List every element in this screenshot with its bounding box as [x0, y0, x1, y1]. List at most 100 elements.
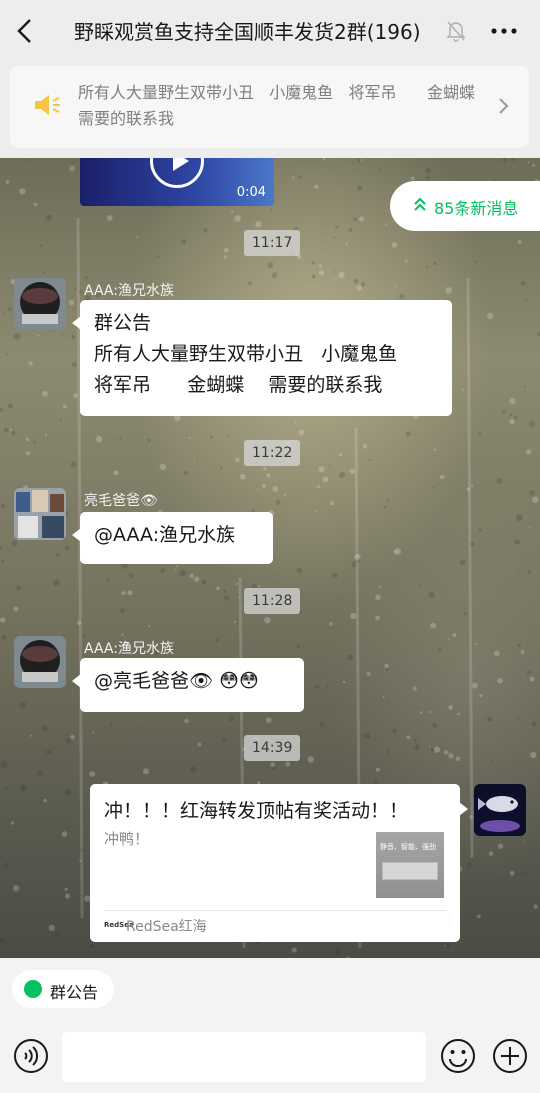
water-drop [333, 271, 336, 273]
water-drop [382, 696, 385, 699]
water-drop [464, 612, 468, 616]
water-drop [448, 753, 454, 759]
water-drop [386, 750, 389, 754]
water-drop [509, 419, 515, 425]
water-drop [466, 862, 472, 868]
water-drop [433, 261, 437, 266]
water-drop [496, 478, 503, 484]
water-drop [143, 768, 149, 775]
water-drop [0, 559, 5, 563]
water-drop [46, 749, 52, 755]
water-drop [348, 227, 353, 232]
message-input[interactable] [62, 1032, 426, 1082]
timestamp: 11:17 [244, 230, 301, 256]
water-drop [90, 944, 94, 949]
avatar-diver-helmet-icon [14, 636, 66, 688]
water-drop [127, 590, 133, 596]
water-drop [330, 501, 335, 506]
water-drop [338, 452, 343, 457]
water-drop [385, 667, 389, 671]
back-chevron-icon[interactable] [10, 14, 42, 48]
water-drop [201, 579, 207, 585]
water-drop [478, 528, 483, 532]
message-bubble[interactable]: @AAA:渔兄水族 [72, 512, 273, 564]
water-drop [319, 722, 324, 727]
water-drop [53, 579, 60, 586]
sender-name: AAA:渔兄水族 [84, 283, 174, 299]
group-notice-chip[interactable]: 群公告 [12, 970, 114, 1008]
water-drop [54, 931, 60, 938]
water-drop [68, 299, 75, 306]
timestamp: 11:28 [244, 588, 301, 614]
water-drop [106, 215, 113, 221]
water-drop [512, 761, 515, 764]
water-drop [41, 725, 48, 731]
water-drop [0, 761, 8, 769]
water-drop [425, 266, 429, 269]
voice-icon[interactable] [13, 1038, 49, 1074]
chat-message-area[interactable]: 0:04 85条新消息 11:17 AAA:渔兄水族 群公告 所有人大量野生双带… [0, 158, 540, 958]
water-drop [487, 312, 494, 319]
water-drop [5, 179, 10, 184]
more-dots-icon[interactable] [488, 16, 520, 46]
avatar[interactable] [14, 278, 66, 330]
water-drop [362, 444, 368, 449]
water-drop [0, 617, 6, 623]
water-drop [474, 642, 477, 646]
water-drop [16, 585, 21, 591]
speaker-icon [35, 95, 60, 115]
message-bubble[interactable]: @亮毛爸爸👁 😳😳 [72, 658, 304, 712]
water-drop [33, 202, 38, 207]
water-drop [433, 746, 441, 753]
water-drop [328, 464, 331, 467]
water-drop [405, 431, 411, 437]
water-drop [26, 159, 29, 162]
water-drop [515, 514, 523, 522]
emoji-icon[interactable] [440, 1038, 476, 1074]
water-drop [347, 654, 354, 661]
pinned-notice-bar[interactable]: 所有人大量野生双带小丑 小魔鬼鱼 将军吊 金蝴蝶 需要的联系我 [10, 66, 529, 148]
new-messages-button[interactable]: 85条新消息 [390, 181, 540, 231]
water-drop [307, 756, 314, 763]
water-drop [443, 750, 449, 755]
avatar[interactable] [14, 488, 66, 540]
avatar[interactable] [14, 636, 66, 688]
water-drop [527, 570, 532, 575]
water-drop [412, 686, 417, 691]
water-drop [231, 210, 234, 213]
water-drop [428, 710, 431, 714]
water-drop [521, 871, 525, 875]
water-drop [271, 272, 278, 278]
link-card-message[interactable]: 冲！！！红海转发顶帖有奖活动！！ 冲鸭！ 静音、智能、强劲 RedSea Red… [90, 784, 468, 942]
water-drop [394, 285, 397, 288]
water-drop [375, 767, 380, 772]
water-drop [531, 721, 537, 727]
water-drop [19, 188, 26, 195]
water-drop [261, 484, 266, 488]
timestamp: 14:39 [244, 735, 301, 761]
water-drop [291, 176, 295, 179]
mute-bell-icon [446, 21, 466, 42]
water-drop [7, 403, 13, 409]
my-avatar[interactable] [474, 784, 526, 836]
water-drop [89, 771, 96, 777]
plus-icon[interactable] [492, 1038, 528, 1074]
water-drop [529, 676, 535, 682]
water-drop [239, 473, 246, 480]
water-drop [414, 744, 420, 750]
water-drop [526, 943, 530, 947]
message-bubble[interactable]: 群公告 所有人大量野生双带小丑 小魔鬼鱼 将军吊 金蝴蝶 需要的联系我 [72, 300, 452, 416]
water-drop [352, 217, 358, 222]
water-drop [296, 567, 303, 574]
water-drop [0, 938, 5, 944]
water-drop [11, 540, 18, 547]
water-drop [4, 787, 8, 791]
water-drop [477, 914, 481, 919]
water-drop [447, 637, 450, 640]
water-drop [73, 393, 79, 399]
water-drop [522, 840, 525, 843]
water-drop [64, 887, 68, 891]
video-message[interactable]: 0:04 [80, 158, 274, 206]
water-drop [5, 862, 10, 867]
water-drop [455, 756, 461, 762]
